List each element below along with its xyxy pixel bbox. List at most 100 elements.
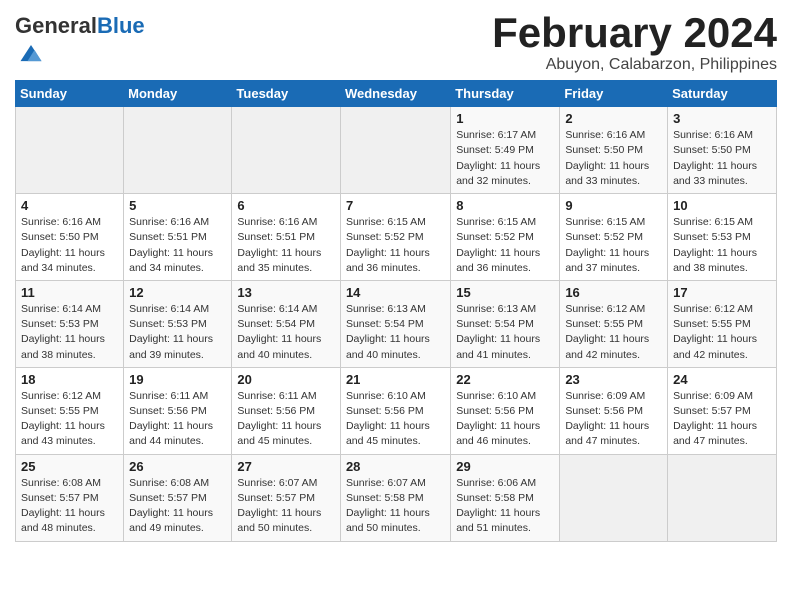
day-info: Sunrise: 6:12 AM Sunset: 5:55 PM Dayligh…: [673, 302, 771, 363]
header-sunday: Sunday: [16, 81, 124, 107]
header-thursday: Thursday: [451, 81, 560, 107]
day-number: 26: [129, 459, 226, 474]
day-number: 1: [456, 111, 554, 126]
day-number: 29: [456, 459, 554, 474]
header-saturday: Saturday: [668, 81, 777, 107]
calendar-cell: 18Sunrise: 6:12 AM Sunset: 5:55 PM Dayli…: [16, 367, 124, 454]
calendar-cell: [16, 107, 124, 194]
day-number: 20: [237, 372, 335, 387]
day-number: 22: [456, 372, 554, 387]
day-number: 27: [237, 459, 335, 474]
day-info: Sunrise: 6:16 AM Sunset: 5:51 PM Dayligh…: [129, 215, 226, 276]
page-header: GeneralBlue February 2024 Abuyon, Calaba…: [15, 10, 777, 74]
day-number: 12: [129, 285, 226, 300]
day-number: 18: [21, 372, 118, 387]
day-info: Sunrise: 6:15 AM Sunset: 5:53 PM Dayligh…: [673, 215, 771, 276]
day-info: Sunrise: 6:15 AM Sunset: 5:52 PM Dayligh…: [346, 215, 445, 276]
header-wednesday: Wednesday: [340, 81, 450, 107]
calendar-cell: [668, 454, 777, 541]
logo: GeneralBlue: [15, 14, 145, 71]
day-number: 13: [237, 285, 335, 300]
calendar-cell: [340, 107, 450, 194]
calendar-cell: 24 Sunrise: 6:09 AM Sunset: 5:57 PM Dayli…: [668, 367, 777, 454]
calendar-cell: 9 Sunrise: 6:15 AM Sunset: 5:52 PM Daylig…: [560, 194, 668, 281]
calendar-header-row: SundayMondayTuesdayWednesdayThursdayFrid…: [16, 81, 777, 107]
calendar-table: SundayMondayTuesdayWednesdayThursdayFrid…: [15, 80, 777, 541]
day-info: Sunrise: 6:14 AM Sunset: 5:53 PM Dayligh…: [129, 302, 226, 363]
calendar-cell: 8 Sunrise: 6:15 AM Sunset: 5:52 PM Daylig…: [451, 194, 560, 281]
day-number: 9: [565, 198, 662, 213]
day-number: 16: [565, 285, 662, 300]
calendar-week-row: 11 Sunrise: 6:14 AM Sunset: 5:53 PM Dayli…: [16, 280, 777, 367]
day-number: 2: [565, 111, 662, 126]
day-info: Sunrise: 6:12 AM Sunset: 5:55 PM Dayligh…: [565, 302, 662, 363]
calendar-cell: 25Sunrise: 6:08 AM Sunset: 5:57 PM Dayli…: [16, 454, 124, 541]
day-info: Sunrise: 6:09 AM Sunset: 5:56 PM Dayligh…: [565, 389, 662, 450]
calendar-week-row: 4 Sunrise: 6:16 AM Sunset: 5:50 PM Daylig…: [16, 194, 777, 281]
location: Abuyon, Calabarzon, Philippines: [492, 56, 777, 74]
logo-blue-text: Blue: [97, 13, 145, 38]
day-info: Sunrise: 6:11 AM Sunset: 5:56 PM Dayligh…: [129, 389, 226, 450]
calendar-cell: 27 Sunrise: 6:07 AM Sunset: 5:57 PM Dayli…: [232, 454, 341, 541]
calendar-cell: 15 Sunrise: 6:13 AM Sunset: 5:54 PM Dayli…: [451, 280, 560, 367]
day-number: 19: [129, 372, 226, 387]
day-info: Sunrise: 6:16 AM Sunset: 5:50 PM Dayligh…: [565, 128, 662, 189]
calendar-cell: 7 Sunrise: 6:15 AM Sunset: 5:52 PM Daylig…: [340, 194, 450, 281]
calendar-cell: 22 Sunrise: 6:10 AM Sunset: 5:56 PM Dayli…: [451, 367, 560, 454]
day-info: Sunrise: 6:14 AM Sunset: 5:53 PM Dayligh…: [21, 302, 118, 363]
calendar-cell: 29Sunrise: 6:06 AM Sunset: 5:58 PM Dayli…: [451, 454, 560, 541]
calendar-cell: 19 Sunrise: 6:11 AM Sunset: 5:56 PM Dayli…: [124, 367, 232, 454]
day-info: Sunrise: 6:15 AM Sunset: 5:52 PM Dayligh…: [456, 215, 554, 276]
day-info: Sunrise: 6:16 AM Sunset: 5:51 PM Dayligh…: [237, 215, 335, 276]
calendar-week-row: 18Sunrise: 6:12 AM Sunset: 5:55 PM Dayli…: [16, 367, 777, 454]
day-info: Sunrise: 6:13 AM Sunset: 5:54 PM Dayligh…: [456, 302, 554, 363]
calendar-cell: 16 Sunrise: 6:12 AM Sunset: 5:55 PM Dayli…: [560, 280, 668, 367]
day-info: Sunrise: 6:11 AM Sunset: 5:56 PM Dayligh…: [237, 389, 335, 450]
day-info: Sunrise: 6:08 AM Sunset: 5:57 PM Dayligh…: [129, 476, 226, 537]
calendar-cell: 6Sunrise: 6:16 AM Sunset: 5:51 PM Daylig…: [232, 194, 341, 281]
day-info: Sunrise: 6:08 AM Sunset: 5:57 PM Dayligh…: [21, 476, 118, 537]
header-friday: Friday: [560, 81, 668, 107]
calendar-cell: 20 Sunrise: 6:11 AM Sunset: 5:56 PM Dayli…: [232, 367, 341, 454]
calendar-cell: [560, 454, 668, 541]
header-tuesday: Tuesday: [232, 81, 341, 107]
calendar-cell: 3Sunrise: 6:16 AM Sunset: 5:50 PM Daylig…: [668, 107, 777, 194]
logo-icon: [17, 38, 45, 66]
calendar-week-row: 1 Sunrise: 6:17 AM Sunset: 5:49 PM Daylig…: [16, 107, 777, 194]
calendar-cell: 14Sunrise: 6:13 AM Sunset: 5:54 PM Dayli…: [340, 280, 450, 367]
day-info: Sunrise: 6:15 AM Sunset: 5:52 PM Dayligh…: [565, 215, 662, 276]
calendar-cell: 2 Sunrise: 6:16 AM Sunset: 5:50 PM Daylig…: [560, 107, 668, 194]
calendar-cell: 23 Sunrise: 6:09 AM Sunset: 5:56 PM Dayli…: [560, 367, 668, 454]
calendar-cell: 28 Sunrise: 6:07 AM Sunset: 5:58 PM Dayli…: [340, 454, 450, 541]
day-number: 4: [21, 198, 118, 213]
day-number: 10: [673, 198, 771, 213]
day-number: 14: [346, 285, 445, 300]
day-number: 5: [129, 198, 226, 213]
day-info: Sunrise: 6:10 AM Sunset: 5:56 PM Dayligh…: [456, 389, 554, 450]
day-info: Sunrise: 6:14 AM Sunset: 5:54 PM Dayligh…: [237, 302, 335, 363]
day-info: Sunrise: 6:16 AM Sunset: 5:50 PM Dayligh…: [673, 128, 771, 189]
calendar-cell: [124, 107, 232, 194]
calendar-cell: 17Sunrise: 6:12 AM Sunset: 5:55 PM Dayli…: [668, 280, 777, 367]
header-monday: Monday: [124, 81, 232, 107]
logo-general-text: General: [15, 13, 97, 38]
day-number: 7: [346, 198, 445, 213]
day-info: Sunrise: 6:09 AM Sunset: 5:57 PM Dayligh…: [673, 389, 771, 450]
day-number: 28: [346, 459, 445, 474]
day-number: 23: [565, 372, 662, 387]
day-number: 15: [456, 285, 554, 300]
day-number: 8: [456, 198, 554, 213]
calendar-cell: 21Sunrise: 6:10 AM Sunset: 5:56 PM Dayli…: [340, 367, 450, 454]
calendar-cell: 5 Sunrise: 6:16 AM Sunset: 5:51 PM Daylig…: [124, 194, 232, 281]
day-number: 21: [346, 372, 445, 387]
calendar-cell: [232, 107, 341, 194]
day-info: Sunrise: 6:16 AM Sunset: 5:50 PM Dayligh…: [21, 215, 118, 276]
day-number: 11: [21, 285, 118, 300]
calendar-cell: 26 Sunrise: 6:08 AM Sunset: 5:57 PM Dayli…: [124, 454, 232, 541]
month-title: February 2024: [492, 10, 777, 56]
day-info: Sunrise: 6:17 AM Sunset: 5:49 PM Dayligh…: [456, 128, 554, 189]
day-number: 24: [673, 372, 771, 387]
day-info: Sunrise: 6:07 AM Sunset: 5:58 PM Dayligh…: [346, 476, 445, 537]
day-info: Sunrise: 6:07 AM Sunset: 5:57 PM Dayligh…: [237, 476, 335, 537]
calendar-cell: 13 Sunrise: 6:14 AM Sunset: 5:54 PM Dayli…: [232, 280, 341, 367]
